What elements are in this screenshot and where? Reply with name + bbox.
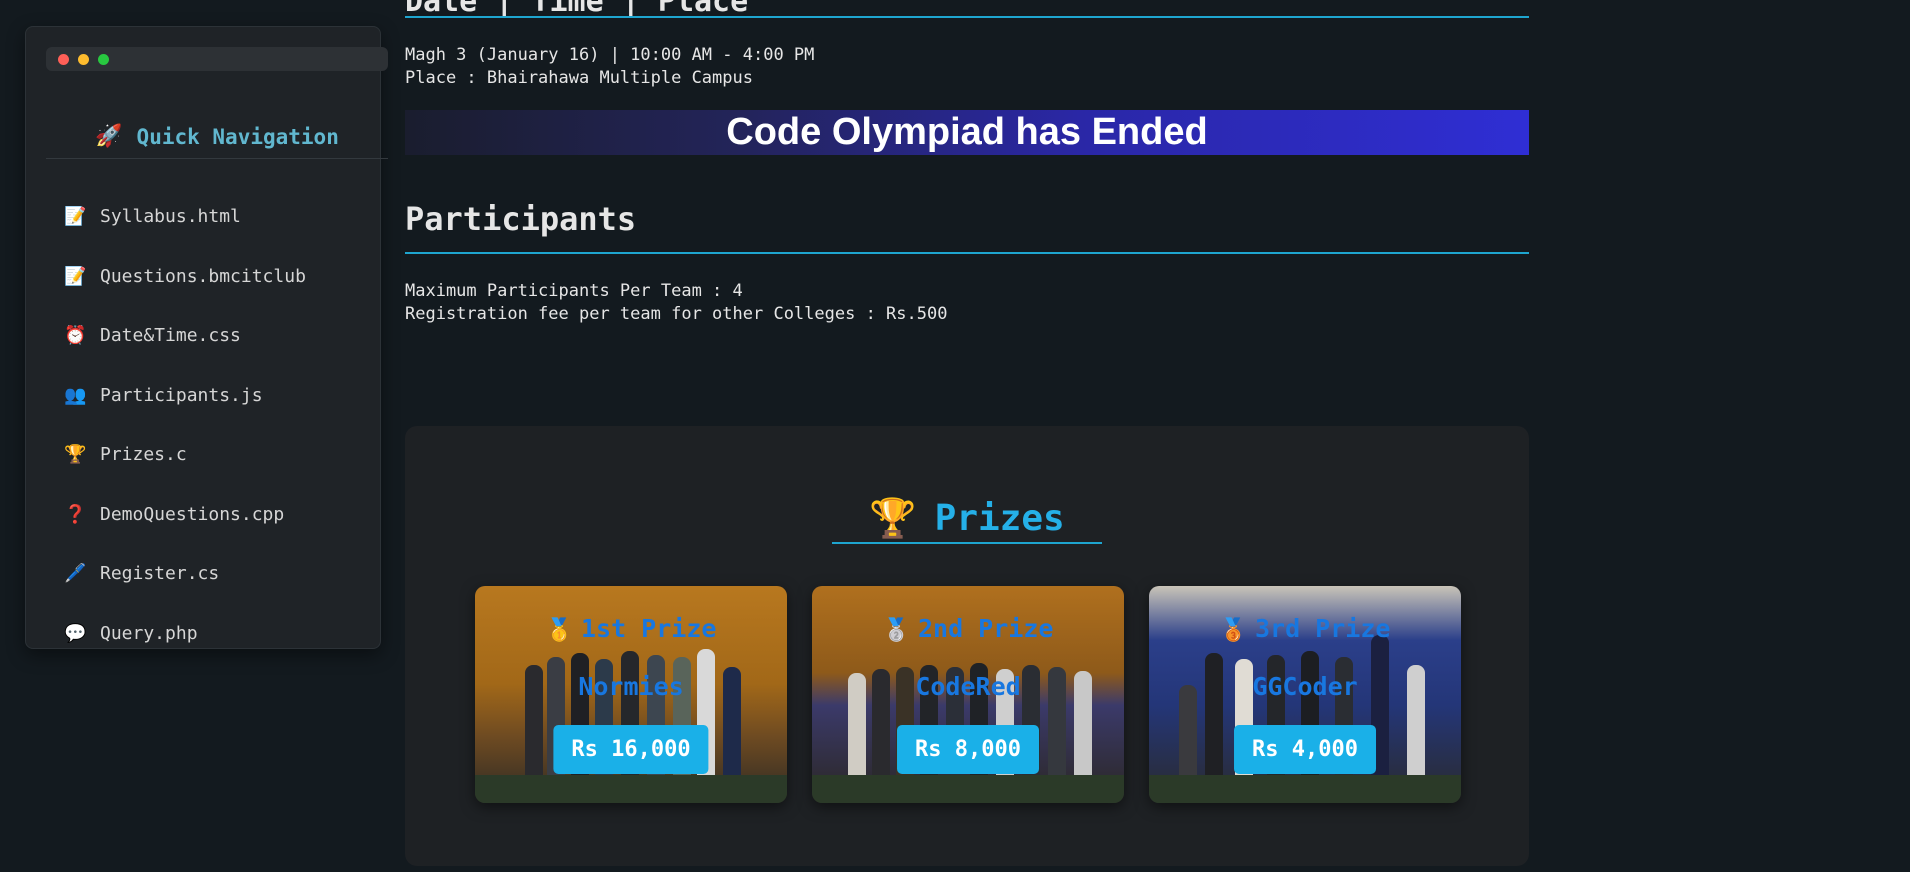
sidebar-item-prizes[interactable]: 🏆 Prizes.c	[64, 425, 306, 485]
sidebar-title: Quick Navigation	[136, 124, 339, 149]
sidebar-item-label: Questions.bmcitclub	[100, 265, 306, 287]
winning-team-name: Normies	[578, 672, 684, 701]
sidebar-item-participants[interactable]: 👥 Participants.js	[64, 366, 306, 426]
second-place-medal-icon: 🥈	[882, 618, 910, 643]
sidebar-item-date-time[interactable]: ⏰ Date&Time.css	[64, 306, 306, 366]
prize-amount: Rs 8,000	[897, 725, 1039, 774]
sidebar-item-label: Register.cs	[100, 563, 220, 585]
prize-card-third[interactable]: 🥉 3rd Prize GGCoder Rs 4,000	[1149, 586, 1461, 803]
minimize-window-dot-icon[interactable]	[78, 53, 89, 65]
question-mark-icon: ❓	[64, 503, 87, 525]
sidebar-item-label: Syllabus.html	[100, 206, 241, 228]
sidebar-item-label: Participants.js	[100, 384, 263, 406]
memo-icon: 📝	[64, 265, 87, 287]
alarm-clock-icon: ⏰	[64, 325, 87, 347]
photo-stage	[1149, 775, 1461, 803]
sidebar-item-label: DemoQuestions.cpp	[100, 503, 285, 525]
people-icon: 👥	[64, 384, 87, 406]
prizes-section: 🏆 Prizes 🥇 1st Prize Normies Rs 16,000 🥈…	[405, 426, 1529, 866]
sidebar-item-demo-questions[interactable]: ❓ DemoQuestions.cpp	[64, 485, 306, 545]
participants-info: Maximum Participants Per Team : 4 Regist…	[405, 280, 947, 326]
photo-stage	[812, 775, 1124, 803]
quick-navigation-panel: 🚀 Quick Navigation 📝 Syllabus.html 📝 Que…	[25, 26, 388, 649]
sidebar-header: 🚀 Quick Navigation	[46, 115, 388, 159]
max-participants-text: Maximum Participants Per Team : 4	[405, 281, 743, 301]
pen-icon: 🖊️	[64, 563, 87, 585]
sidebar-item-questions[interactable]: 📝 Questions.bmcitclub	[64, 247, 306, 307]
maximize-window-dot-icon[interactable]	[98, 53, 109, 65]
window-titlebar	[46, 47, 388, 71]
sidebar-item-label: Prizes.c	[100, 444, 187, 466]
prize-amount: Rs 4,000	[1234, 725, 1376, 774]
sidebar-nav: 📝 Syllabus.html 📝 Questions.bmcitclub ⏰ …	[64, 187, 306, 663]
banner-text: Code Olympiad has Ended	[726, 111, 1208, 153]
prize-place: 🥈 2nd Prize	[882, 614, 1054, 643]
prize-card-second[interactable]: 🥈 2nd Prize CodeRed Rs 8,000	[812, 586, 1124, 803]
registration-fee-text: Registration fee per team for other Coll…	[405, 304, 948, 324]
memo-icon: 📝	[64, 206, 87, 228]
sidebar-item-query[interactable]: 💬 Query.php	[64, 604, 306, 664]
event-place: Place : Bhairahawa Multiple Campus	[405, 68, 753, 88]
sidebar-item-label: Date&Time.css	[100, 325, 241, 347]
sidebar-item-register[interactable]: 🖊️ Register.cs	[64, 544, 306, 604]
trophy-icon: 🏆	[869, 495, 917, 540]
date-time-place-heading: Date | Time | Place	[405, 0, 1529, 18]
prize-card-first[interactable]: 🥇 1st Prize Normies Rs 16,000	[475, 586, 787, 803]
prize-amount: Rs 16,000	[553, 725, 709, 774]
first-place-medal-icon: 🥇	[545, 618, 573, 643]
prizes-heading: 🏆 Prizes	[832, 494, 1102, 544]
event-info: Magh 3 (January 16) | 10:00 AM - 4:00 PM…	[405, 44, 814, 90]
winning-team-name: CodeRed	[915, 672, 1021, 701]
prize-place: 🥇 1st Prize	[545, 614, 717, 643]
prizes-title: Prizes	[934, 497, 1065, 539]
trophy-icon: 🏆	[64, 444, 87, 466]
third-place-medal-icon: 🥉	[1219, 618, 1247, 643]
speech-bubble-icon: 💬	[64, 622, 87, 644]
prize-place: 🥉 3rd Prize	[1219, 614, 1391, 643]
sidebar-item-syllabus[interactable]: 📝 Syllabus.html	[64, 187, 306, 247]
rocket-icon: 🚀	[95, 124, 123, 149]
close-window-dot-icon[interactable]	[58, 53, 69, 65]
photo-stage	[475, 775, 787, 803]
winning-team-name: GGCoder	[1252, 672, 1358, 701]
participants-heading: Participants	[405, 200, 1529, 254]
sidebar-item-label: Query.php	[100, 622, 198, 644]
event-date-time: Magh 3 (January 16) | 10:00 AM - 4:00 PM	[405, 45, 815, 65]
event-ended-banner: Code Olympiad has Ended	[405, 110, 1529, 155]
